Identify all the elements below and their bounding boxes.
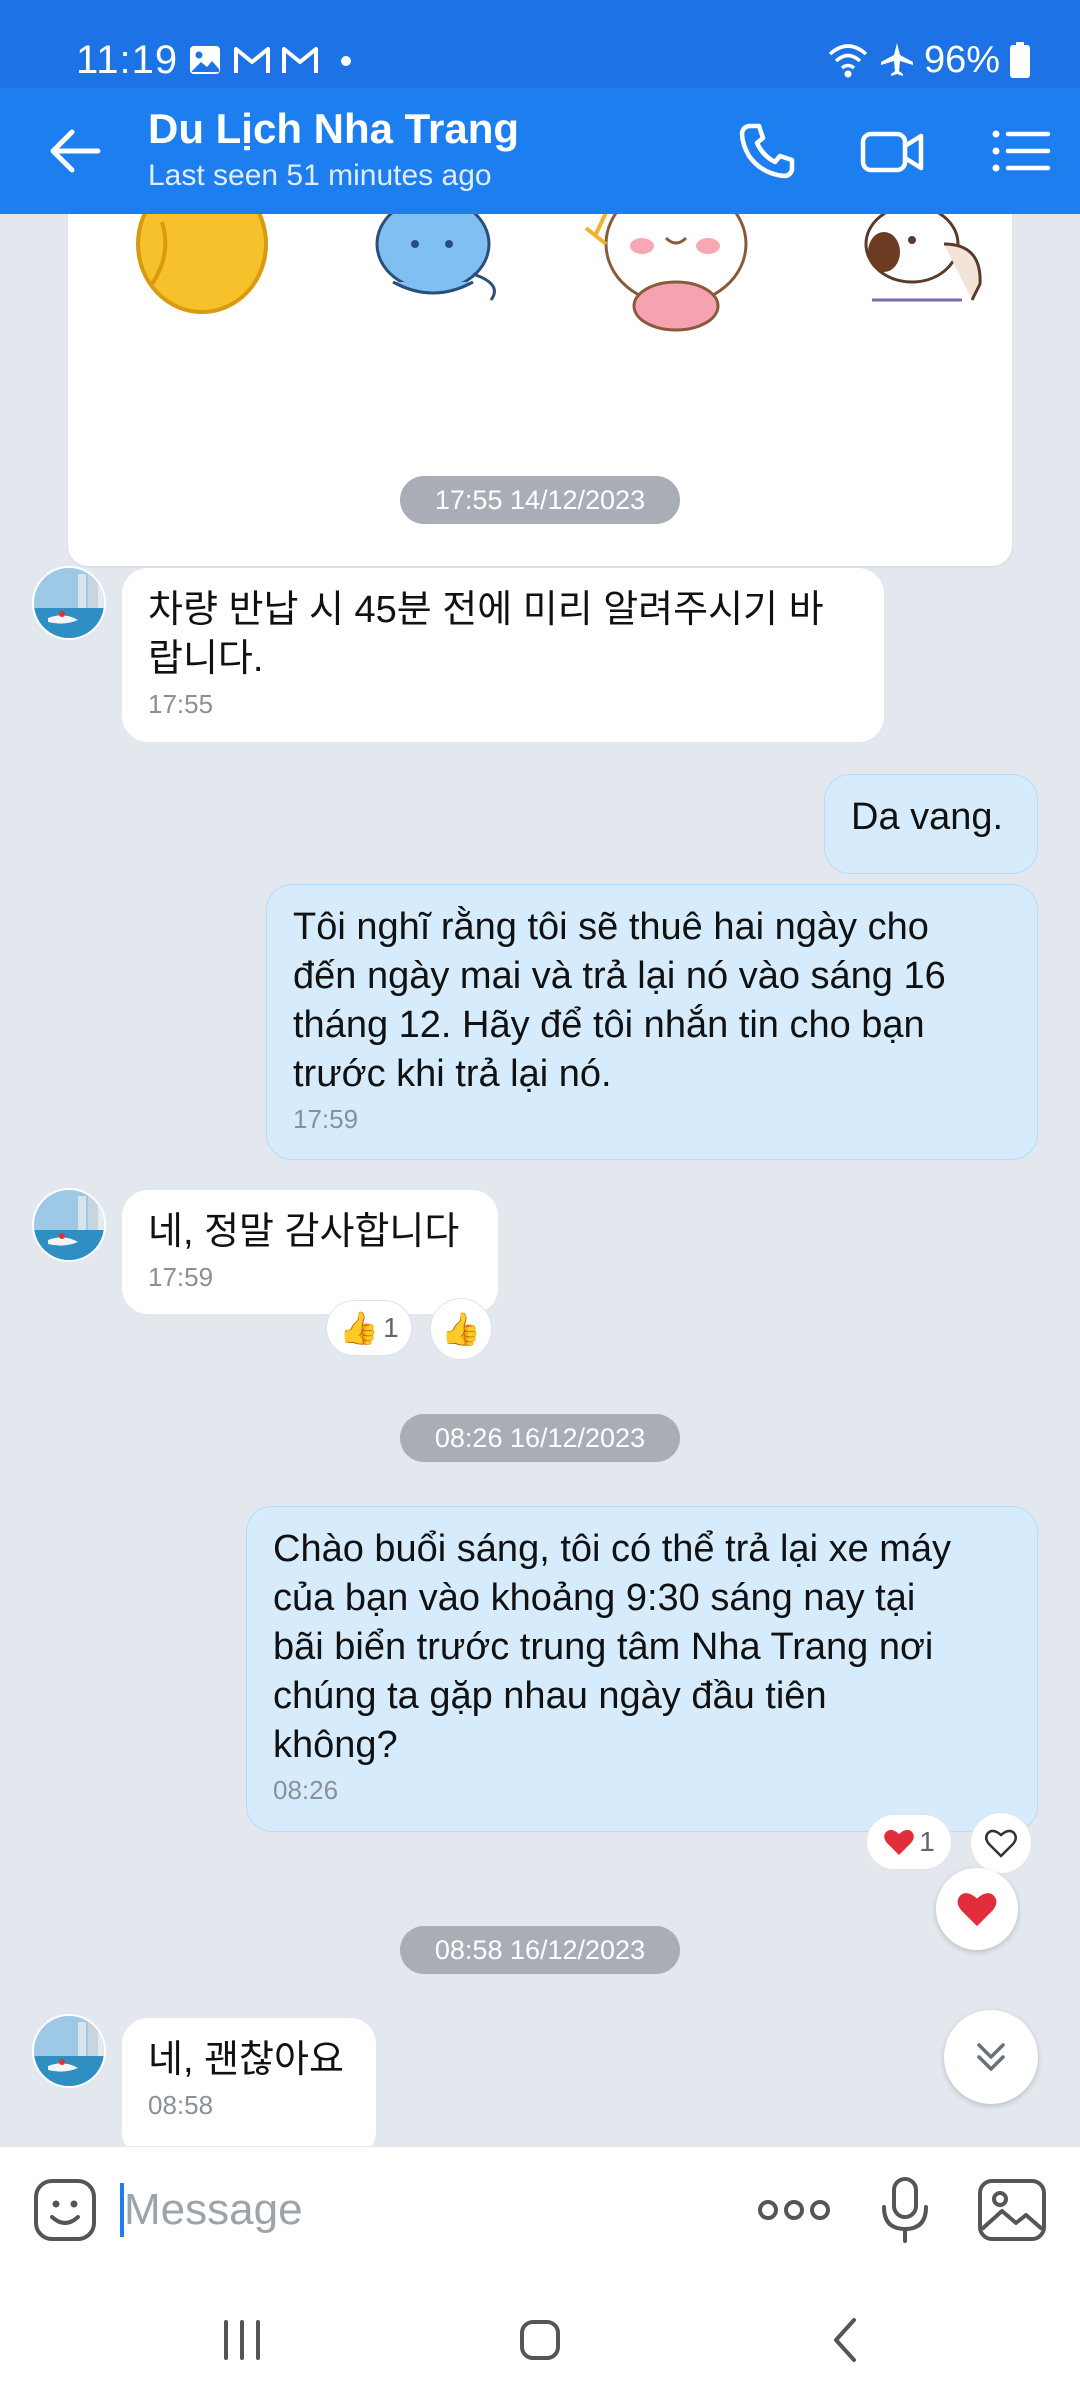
message-input[interactable] bbox=[124, 2177, 684, 2243]
reaction-summary[interactable]: 👍 1 bbox=[326, 1300, 412, 1356]
reaction-count: 1 bbox=[383, 1312, 399, 1343]
recent-apps-icon[interactable] bbox=[212, 2310, 272, 2370]
chat-header: Du Lịch Nha Trang Last seen 51 minutes a… bbox=[0, 88, 1080, 214]
system-navigation-bar bbox=[0, 2272, 1080, 2400]
contact-avatar[interactable] bbox=[32, 1188, 106, 1262]
chat-message-list[interactable]: 17:55 14/12/2023 차량 반납 시 45분 전에 미리 알려주시기… bbox=[0, 214, 1080, 2146]
message-text: 차량 반납 시 45분 전에 미리 알려주시기 바 랍니다. bbox=[148, 589, 824, 680]
more-options-icon[interactable] bbox=[756, 2187, 832, 2233]
message-text: Chào buổi sáng, tôi có thể trả lại xe má… bbox=[273, 1528, 952, 1766]
heart-icon bbox=[957, 1893, 997, 1927]
last-seen-status: Last seen 51 minutes ago bbox=[148, 159, 492, 192]
home-icon[interactable] bbox=[510, 2310, 570, 2370]
airplane-mode-icon bbox=[880, 43, 913, 76]
message-text: 네, 정말 감사합니다 bbox=[148, 1211, 460, 1253]
menu-list-icon[interactable] bbox=[986, 116, 1056, 186]
message-bubble-outgoing[interactable]: Da vang. bbox=[824, 774, 1038, 874]
quick-heart-reaction-button[interactable] bbox=[936, 1868, 1018, 1950]
heart-icon bbox=[884, 1829, 914, 1855]
thumbs-up-icon: 👍 bbox=[441, 1311, 481, 1347]
message-time: 08:58 bbox=[148, 2090, 214, 2120]
message-text: 네, 괜찮아요 bbox=[148, 2039, 344, 2081]
message-bubble-incoming[interactable]: 네, 괜찮아요 08:58 bbox=[122, 2018, 376, 2146]
message-time: 08:26 bbox=[273, 1775, 339, 1805]
contact-name[interactable]: Du Lịch Nha Trang bbox=[148, 102, 519, 156]
thumbs-up-icon: 👍 bbox=[339, 1310, 380, 1346]
video-call-icon[interactable] bbox=[858, 116, 928, 186]
image-gallery-icon[interactable] bbox=[976, 2177, 1048, 2243]
wifi-icon bbox=[828, 44, 868, 78]
date-divider: 08:58 16/12/2023 bbox=[400, 1926, 680, 1974]
add-reaction-button[interactable] bbox=[970, 1812, 1032, 1874]
contact-avatar[interactable] bbox=[32, 2014, 106, 2088]
reaction-count: 1 bbox=[919, 1826, 935, 1857]
back-arrow-icon[interactable] bbox=[40, 116, 110, 186]
status-time: 11:19 bbox=[76, 38, 179, 82]
gallery-icon bbox=[190, 46, 220, 74]
message-time: 17:55 bbox=[148, 689, 214, 719]
gmail-icon bbox=[282, 47, 318, 73]
message-bubble-outgoing[interactable]: Tôi nghĩ rằng tôi sẽ thuê hai ngày cho đ… bbox=[266, 884, 1038, 1160]
contact-avatar[interactable] bbox=[32, 566, 106, 640]
message-composer bbox=[0, 2146, 1080, 2272]
battery-icon bbox=[1010, 42, 1030, 78]
pink-bunny-sticker[interactable] bbox=[580, 214, 770, 334]
emoji-sticker-icon[interactable] bbox=[32, 2177, 98, 2243]
message-bubble-incoming[interactable]: 차량 반납 시 45분 전에 미리 알려주시기 바 랍니다. 17:55 bbox=[122, 568, 884, 742]
message-text: Tôi nghĩ rằng tôi sẽ thuê hai ngày cho đ… bbox=[293, 906, 946, 1095]
blue-cat-sticker[interactable] bbox=[353, 214, 513, 314]
date-divider: 08:26 16/12/2023 bbox=[400, 1414, 680, 1462]
gmail-icon bbox=[234, 47, 270, 73]
heart-outline-icon bbox=[985, 1829, 1017, 1858]
dot-icon bbox=[341, 56, 351, 66]
back-icon[interactable] bbox=[816, 2310, 876, 2370]
message-time: 17:59 bbox=[148, 1262, 214, 1292]
message-bubble-incoming[interactable]: 네, 정말 감사합니다 17:59 bbox=[122, 1190, 498, 1314]
message-time: 17:59 bbox=[293, 1104, 359, 1134]
double-chevron-down-icon bbox=[977, 2043, 1005, 2071]
message-text: Da vang. bbox=[851, 796, 1004, 838]
microphone-icon[interactable] bbox=[874, 2175, 936, 2245]
add-reaction-button[interactable]: 👍 bbox=[430, 1298, 492, 1360]
brown-dog-sticker[interactable] bbox=[852, 214, 992, 314]
battery-level: 96% bbox=[923, 39, 1000, 81]
date-divider: 17:55 14/12/2023 bbox=[400, 476, 680, 524]
scroll-to-bottom-button[interactable] bbox=[944, 2010, 1038, 2104]
status-bar: 11:19 96% bbox=[0, 0, 1080, 88]
message-bubble-outgoing[interactable]: Chào buổi sáng, tôi có thể trả lại xe má… bbox=[246, 1506, 1038, 1832]
yellow-emoji-sticker[interactable] bbox=[132, 214, 272, 334]
reaction-summary[interactable]: 1 bbox=[866, 1814, 952, 1870]
phone-call-icon[interactable] bbox=[732, 116, 802, 186]
